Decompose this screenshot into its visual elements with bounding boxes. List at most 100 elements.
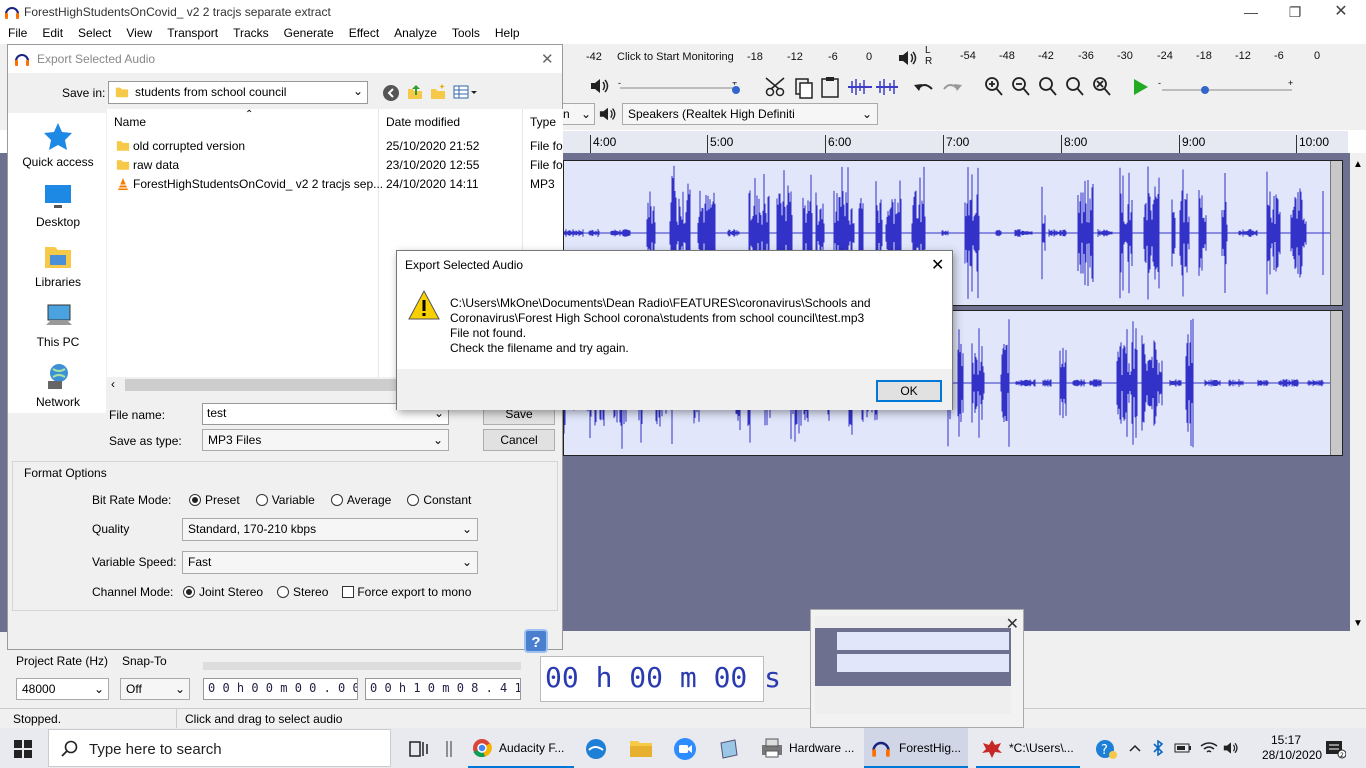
vertical-scrollbar[interactable]: ▲ ▼ bbox=[1350, 153, 1366, 633]
show-hidden-icons-icon[interactable] bbox=[1128, 741, 1142, 755]
rec-meter-tick: -36 bbox=[1078, 50, 1094, 62]
notes-app-icon[interactable] bbox=[717, 737, 741, 761]
battery-icon[interactable] bbox=[1174, 741, 1192, 755]
rec-meter-tick: -24 bbox=[1157, 50, 1173, 62]
cancel-button[interactable]: Cancel bbox=[483, 429, 555, 451]
new-folder-icon[interactable] bbox=[429, 83, 447, 101]
rec-meter-tick: -6 bbox=[1274, 50, 1284, 62]
quick-access-item[interactable]: Quick access bbox=[13, 121, 103, 169]
zoom-app-icon[interactable] bbox=[673, 737, 697, 761]
ruler-tick-mark bbox=[1179, 135, 1180, 153]
menu-tools[interactable]: Tools bbox=[452, 26, 480, 40]
audio-position-display[interactable]: 00 h 00 m 00 s bbox=[540, 656, 781, 702]
windows-start-icon[interactable] bbox=[14, 740, 32, 758]
recording-meter-scale[interactable]: -54 -48 -42 -36 -30 -24 -18 -12 -6 0 bbox=[938, 50, 1343, 64]
variable-speed-select[interactable]: Fast ⌄ bbox=[182, 551, 478, 574]
radio-button[interactable] bbox=[330, 494, 343, 506]
desktop-item[interactable]: Desktop bbox=[13, 181, 103, 229]
restore-button[interactable]: ❐ bbox=[1272, 2, 1318, 24]
close-window-button[interactable]: ✕ bbox=[1318, 2, 1364, 24]
menu-edit[interactable]: Edit bbox=[42, 26, 63, 40]
taskbar-search-box[interactable]: Type here to search bbox=[48, 729, 391, 767]
play-at-speed-icon[interactable] bbox=[1130, 77, 1150, 97]
file-row[interactable]: raw data 23/10/2020 12:55 File fo bbox=[107, 156, 563, 174]
taskbar-thumbnail-preview[interactable]: ✕ bbox=[810, 609, 1024, 728]
radio-preset[interactable]: Preset bbox=[189, 493, 240, 507]
radio-constant[interactable]: Constant bbox=[407, 493, 471, 507]
ruler-tick-label: 10:00 bbox=[1299, 135, 1330, 149]
svg-text:?: ? bbox=[1101, 743, 1108, 758]
radio-joint-stereo[interactable]: Joint Stereo bbox=[183, 585, 263, 599]
volume-tray-icon[interactable] bbox=[1222, 740, 1240, 756]
radio-button[interactable] bbox=[183, 586, 195, 598]
file-explorer-icon[interactable] bbox=[629, 737, 653, 759]
notifications-icon[interactable]: 2 bbox=[1324, 739, 1346, 759]
save-in-select[interactable]: students from school council ⌄ bbox=[108, 81, 368, 104]
radio-stereo[interactable]: Stereo bbox=[277, 585, 328, 599]
menu-help[interactable]: Help bbox=[495, 26, 520, 40]
libraries-item[interactable]: Libraries bbox=[13, 241, 103, 289]
help-tray-icon[interactable]: ? bbox=[1094, 738, 1118, 760]
file-row[interactable]: old corrupted version 25/10/2020 21:52 Fil… bbox=[107, 137, 563, 155]
redo-icon[interactable] bbox=[940, 77, 964, 97]
project-rate-select[interactable]: 48000 ⌄ bbox=[16, 678, 109, 700]
taskbar-audacity-app[interactable]: ForestHig... bbox=[864, 728, 968, 768]
back-icon[interactable] bbox=[382, 84, 400, 102]
force-mono-checkbox[interactable]: Force export to mono bbox=[342, 585, 471, 599]
menu-transport[interactable]: Transport bbox=[167, 26, 218, 40]
wifi-icon[interactable] bbox=[1200, 740, 1218, 756]
menu-tracks[interactable]: Tracks bbox=[233, 26, 269, 40]
menu-file[interactable]: File bbox=[8, 26, 27, 40]
radio-button[interactable] bbox=[255, 494, 268, 506]
task-view-icon[interactable] bbox=[408, 739, 430, 759]
file-date: 25/10/2020 21:52 bbox=[386, 139, 480, 153]
selection-start-field[interactable]: 0 0 h 0 0 m 0 0 . 0 0 0 s bbox=[203, 678, 358, 700]
menu-effect[interactable]: Effect bbox=[349, 26, 379, 40]
taskbar-hardware-app[interactable]: Hardware ... bbox=[754, 728, 858, 768]
ruler-tick-mark bbox=[1296, 135, 1297, 153]
audio-host-select[interactable]: n ⌄ bbox=[563, 103, 595, 125]
column-date[interactable]: Date modified bbox=[386, 115, 460, 129]
this-pc-item[interactable]: This PC bbox=[13, 301, 103, 349]
edge-icon[interactable] bbox=[584, 737, 608, 761]
timeline-ruler[interactable]: 4:00 5:00 6:00 7:00 8:00 9:00 10:00 bbox=[563, 131, 1348, 153]
radio-average[interactable]: Average bbox=[330, 493, 391, 507]
taskbar-explorer-app[interactable]: *C:\Users\... bbox=[976, 728, 1080, 768]
view-menu-icon[interactable] bbox=[453, 84, 479, 100]
start-monitoring-link[interactable]: Click to Start Monitoring bbox=[617, 51, 734, 63]
bluetooth-icon[interactable] bbox=[1152, 740, 1164, 756]
clock[interactable]: 15:17 28/10/2020 bbox=[1262, 733, 1322, 763]
radio-variable[interactable]: Variable bbox=[255, 493, 315, 507]
taskbar-chrome-app[interactable]: Audacity F... bbox=[468, 728, 574, 768]
file-list-hscrollbar[interactable]: ‹ bbox=[107, 377, 398, 393]
file-row[interactable]: ForestHighStudentsOnCovid_ v2 2 tracjs s… bbox=[107, 175, 563, 193]
selection-end-field[interactable]: 0 0 h 1 0 m 0 8 . 4 1 7 s bbox=[365, 678, 521, 700]
menu-view[interactable]: View bbox=[126, 26, 152, 40]
output-device-select[interactable]: Speakers (Realtek High Definiti ⌄ bbox=[622, 103, 878, 125]
play-speed-slider[interactable]: - + bbox=[1158, 80, 1298, 94]
radio-button[interactable] bbox=[407, 494, 420, 506]
speaker-meter-icon[interactable] bbox=[897, 48, 919, 68]
rec-meter-tick: -48 bbox=[999, 50, 1015, 62]
network-item[interactable]: Network bbox=[13, 361, 103, 409]
thumbnail-close-icon[interactable]: ✕ bbox=[1006, 614, 1019, 634]
radio-button[interactable] bbox=[277, 586, 290, 598]
checkbox-box[interactable] bbox=[342, 586, 354, 598]
quality-select[interactable]: Standard, 170-210 kbps ⌄ bbox=[182, 518, 478, 541]
up-folder-icon[interactable] bbox=[406, 83, 424, 101]
snap-to-select[interactable]: Off ⌄ bbox=[120, 678, 190, 700]
export-close-icon[interactable]: ✕ bbox=[541, 50, 554, 68]
undo-icon[interactable] bbox=[912, 77, 936, 97]
radio-button[interactable] bbox=[189, 494, 201, 506]
menu-select[interactable]: Select bbox=[78, 26, 111, 40]
error-close-icon[interactable]: ✕ bbox=[931, 255, 944, 275]
column-name[interactable]: Name bbox=[114, 115, 146, 129]
column-type[interactable]: Type bbox=[530, 115, 556, 129]
minimize-button[interactable]: — bbox=[1228, 2, 1274, 24]
ok-button[interactable]: OK bbox=[876, 380, 942, 402]
menu-analyze[interactable]: Analyze bbox=[394, 26, 437, 40]
menu-generate[interactable]: Generate bbox=[284, 26, 334, 40]
playback-volume-slider[interactable]: - + bbox=[618, 82, 740, 94]
help-icon[interactable]: ? bbox=[524, 629, 548, 653]
save-type-select[interactable]: MP3 Files ⌄ bbox=[202, 429, 449, 451]
